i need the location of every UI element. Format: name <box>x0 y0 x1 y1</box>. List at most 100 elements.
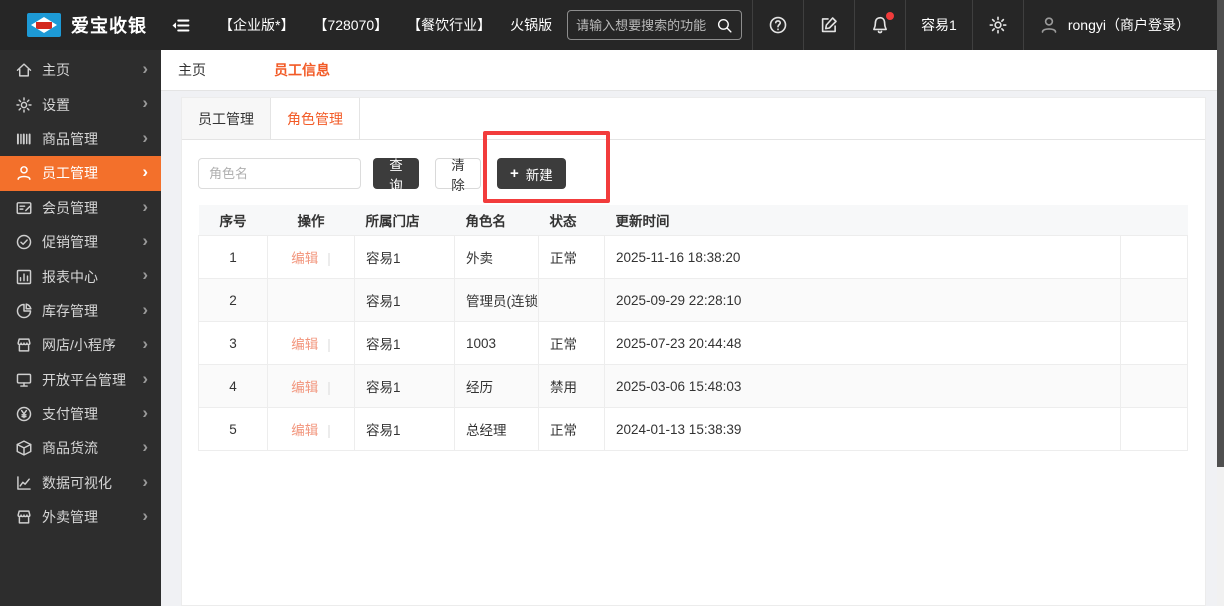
member-card-icon <box>15 199 33 217</box>
shop-icon <box>15 336 33 354</box>
cell-extra <box>1120 278 1188 322</box>
scrollbar[interactable] <box>1217 0 1224 606</box>
sidebar-item-会员管理[interactable]: 会员管理 › <box>0 191 161 225</box>
cell-index: 1 <box>198 235 268 279</box>
role-name-input[interactable] <box>198 158 361 189</box>
nav-item-edition[interactable]: 【企业版*】 <box>219 15 294 35</box>
sidebar-item-网店/小程序[interactable]: 网店/小程序 › <box>0 328 161 362</box>
search-icon[interactable] <box>716 17 733 34</box>
logo-diamond-icon <box>31 17 57 33</box>
cell-index: 2 <box>198 278 268 322</box>
roles-table: 序号 操作 所属门店 角色名 状态 更新时间 1 编辑 | 容易1 外卖 正常 2… <box>198 205 1188 451</box>
tab-role-management[interactable]: 角色管理 <box>271 98 360 139</box>
cell-role: 管理员(连锁) <box>454 278 539 322</box>
feedback-button[interactable] <box>803 0 854 50</box>
tab-employee-management[interactable]: 员工管理 <box>182 98 271 139</box>
sidebar-item-外卖管理[interactable]: 外卖管理 › <box>0 500 161 534</box>
chevron-right-icon: › <box>142 368 148 388</box>
main-content: 主页 员工信息 员工管理 角色管理 查询 清除 + 新建 序号 操 <box>161 50 1224 606</box>
sidebar-item-商品管理[interactable]: 商品管理 › <box>0 122 161 156</box>
edit-link[interactable]: 编辑 <box>291 380 318 395</box>
cell-extra <box>1120 407 1188 451</box>
help-button[interactable] <box>752 0 803 50</box>
table-row: 1 编辑 | 容易1 外卖 正常 2025-11-16 18:38:20 <box>198 235 1188 279</box>
clear-button[interactable]: 清除 <box>435 158 481 193</box>
tabs-row: 员工管理 角色管理 <box>182 98 1205 140</box>
yen-coin-icon <box>15 405 33 423</box>
col-extra <box>1120 205 1188 236</box>
chevron-right-icon: › <box>142 299 148 319</box>
cell-index: 4 <box>198 364 268 408</box>
check-circle-icon <box>15 233 33 251</box>
nav-item-merchant-id[interactable]: 【728070】 <box>313 15 388 35</box>
page-tab-home[interactable]: 主页 <box>178 60 206 80</box>
cell-actions: 编辑 | <box>267 407 355 451</box>
sidebar-item-员工管理[interactable]: 员工管理 › <box>0 156 161 191</box>
store-selector[interactable]: 容易1 <box>905 0 972 50</box>
edit-link[interactable]: 编辑 <box>291 423 318 438</box>
col-actions: 操作 <box>267 205 355 236</box>
sidebar-item-主页[interactable]: 主页 › <box>0 53 161 87</box>
nav-item-version[interactable]: 火锅版 <box>510 15 552 35</box>
cell-status: 禁用 <box>538 364 605 408</box>
cell-updated: 2025-11-16 18:38:20 <box>604 235 1121 279</box>
sidebar-item-数据可视化[interactable]: 数据可视化 › <box>0 466 161 500</box>
settings-button[interactable] <box>971 0 1023 50</box>
sidebar-item-促销管理[interactable]: 促销管理 › <box>0 225 161 259</box>
cell-status: 正常 <box>538 321 605 365</box>
table-row: 5 编辑 | 容易1 总经理 正常 2024-01-13 15:38:39 <box>198 407 1188 451</box>
col-updated: 更新时间 <box>604 205 1121 236</box>
cell-store: 容易1 <box>354 364 455 408</box>
user-menu[interactable]: rongyi（商户登录） <box>1022 0 1224 50</box>
cell-updated: 2025-03-06 15:48:03 <box>604 364 1121 408</box>
create-button-label: 新建 <box>525 167 553 183</box>
chevron-right-icon: › <box>142 265 148 285</box>
collapse-menu-icon[interactable] <box>170 15 191 36</box>
sidebar-item-设置[interactable]: 设置 › <box>0 87 161 121</box>
cell-actions: 编辑 | <box>267 321 355 365</box>
cell-status: 正常 <box>538 235 605 279</box>
sidebar-item-支付管理[interactable]: 支付管理 › <box>0 397 161 431</box>
cell-actions: 编辑 | <box>267 235 355 279</box>
bar-chart-icon <box>15 268 33 286</box>
cell-updated: 2025-09-29 22:28:10 <box>604 278 1121 322</box>
notifications-button[interactable] <box>854 0 905 50</box>
query-button[interactable]: 查询 <box>373 158 419 193</box>
table-row: 3 编辑 | 容易1 1003 正常 2025-07-23 20:44:48 <box>198 321 1188 365</box>
chevron-right-icon: › <box>142 93 148 113</box>
page-tab-employee-info[interactable]: 员工信息 <box>274 60 330 80</box>
user-avatar-icon <box>1039 15 1059 35</box>
user-name: rongyi（商户登录） <box>1067 17 1190 33</box>
action-separator: | <box>327 380 331 395</box>
cell-updated: 2024-01-13 15:38:39 <box>604 407 1121 451</box>
chevron-right-icon: › <box>142 230 148 250</box>
app-logo[interactable] <box>27 13 61 37</box>
topbar-nav: 【企业版*】 【728070】 【餐饮行业】 火锅版 <box>219 15 552 35</box>
edit-link[interactable]: 编辑 <box>291 251 318 266</box>
create-button[interactable]: + 新建 <box>497 158 566 189</box>
cell-index: 5 <box>198 407 268 451</box>
search-input[interactable] <box>576 17 717 33</box>
sidebar-item-商品货流[interactable]: 商品货流 › <box>0 431 161 465</box>
col-role: 角色名 <box>454 205 539 236</box>
sidebar-item-开放平台管理[interactable]: 开放平台管理 › <box>0 363 161 397</box>
cell-updated: 2025-07-23 20:44:48 <box>604 321 1121 365</box>
help-icon <box>768 15 788 35</box>
table-header-row: 序号 操作 所属门店 角色名 状态 更新时间 <box>198 205 1188 236</box>
edit-square-icon <box>819 15 839 35</box>
sidebar-item-报表中心[interactable]: 报表中心 › <box>0 259 161 293</box>
cell-role: 经历 <box>454 364 539 408</box>
notification-badge <box>886 12 895 20</box>
cell-store: 容易1 <box>354 278 455 322</box>
cell-role: 1003 <box>454 321 539 365</box>
chevron-right-icon: › <box>142 127 148 147</box>
edit-link[interactable]: 编辑 <box>291 337 318 352</box>
col-index: 序号 <box>198 205 268 236</box>
scrollbar-thumb[interactable] <box>1217 0 1224 467</box>
cell-store: 容易1 <box>354 407 455 451</box>
cell-extra <box>1120 364 1188 408</box>
sidebar-item-库存管理[interactable]: 库存管理 › <box>0 294 161 328</box>
chevron-right-icon: › <box>142 162 148 182</box>
app-title: 爱宝收银 <box>71 16 147 36</box>
nav-item-industry[interactable]: 【餐饮行业】 <box>407 15 491 35</box>
